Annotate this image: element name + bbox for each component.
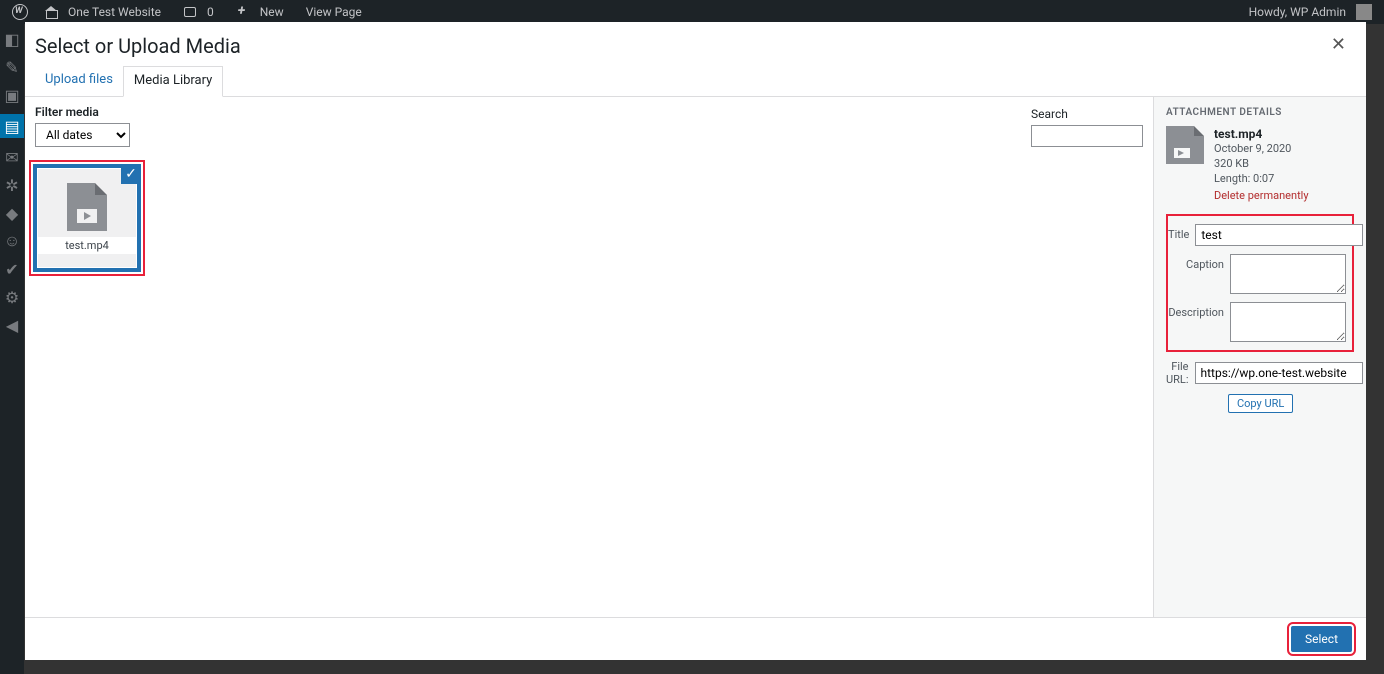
modal-close-button[interactable]: ✕ <box>1327 34 1350 56</box>
wordpress-icon <box>12 4 28 20</box>
delete-permanently-link[interactable]: Delete permanently <box>1214 189 1309 204</box>
attachment-size: 320 KB <box>1214 157 1249 170</box>
menu-tools[interactable]: ✔ <box>3 260 21 278</box>
media-modal: Select or Upload Media ✕ Upload files Me… <box>25 22 1366 660</box>
howdy-link[interactable]: Howdy, WP Admin <box>1237 4 1378 20</box>
caption-field-label: Caption <box>1168 254 1224 271</box>
check-icon: ✓ <box>125 166 137 182</box>
tab-upload-files[interactable]: Upload files <box>35 66 123 96</box>
caption-input[interactable] <box>1230 254 1346 294</box>
plus-icon <box>236 5 250 19</box>
home-icon <box>44 5 58 19</box>
title-input[interactable] <box>1195 224 1363 246</box>
fileurl-input[interactable] <box>1195 362 1363 384</box>
title-field-label: Title <box>1168 224 1189 241</box>
media-item-selected-check[interactable]: ✓ <box>121 164 141 184</box>
menu-users[interactable]: ☺ <box>3 232 21 250</box>
admin-bar: One Test Website 0 New View Page Howdy, … <box>0 0 1384 24</box>
howdy-text: Howdy, WP Admin <box>1243 5 1352 19</box>
modal-tabs: Upload files Media Library <box>25 66 1366 97</box>
new-label: New <box>254 5 290 19</box>
view-page-link[interactable]: View Page <box>300 5 368 19</box>
media-item[interactable]: test.mp4 ✓ <box>33 164 141 272</box>
admin-menu: ◧ ✎ ▣ ▤ ✉ ✲ ◆ ☺ ✔ ⚙ ◀ <box>0 24 24 674</box>
search-input[interactable] <box>1031 125 1143 147</box>
menu-settings[interactable]: ⚙ <box>3 288 21 306</box>
fileurl-field-label: File URL: <box>1166 360 1189 386</box>
attachment-filename: test.mp4 <box>1214 126 1309 142</box>
description-input[interactable] <box>1230 302 1346 342</box>
description-field-label: Description <box>1168 302 1224 319</box>
filter-dates-select[interactable]: All dates <box>35 123 130 147</box>
menu-plugins[interactable]: ◆ <box>3 204 21 222</box>
comments-link[interactable]: 0 <box>177 5 226 19</box>
attachment-details-pane: ATTACHMENT DETAILS test.mp4 October 9, 2… <box>1154 97 1366 617</box>
media-item-filename: test.mp4 <box>38 237 136 254</box>
select-button[interactable]: Select <box>1291 626 1352 652</box>
attachment-fields-highlight: Title Caption Description <box>1166 214 1354 352</box>
search-label: Search <box>1031 107 1143 121</box>
copy-url-button[interactable]: Copy URL <box>1228 394 1293 413</box>
new-link[interactable]: New <box>230 5 296 19</box>
attachment-meta: test.mp4 October 9, 2020 320 KB Length: … <box>1214 126 1309 204</box>
menu-comments[interactable]: ✉ <box>3 148 21 166</box>
media-grid: test.mp4 ✓ <box>25 154 1153 617</box>
attachment-date: October 9, 2020 <box>1214 142 1291 155</box>
comment-count: 0 <box>201 5 220 19</box>
menu-dashboard[interactable]: ◧ <box>3 30 21 48</box>
avatar-icon <box>1356 4 1372 20</box>
wp-logo[interactable] <box>6 4 34 20</box>
menu-media[interactable]: ▣ <box>3 86 21 104</box>
attachment-thumb-icon <box>1166 126 1204 164</box>
filter-media-label: Filter media <box>35 105 130 119</box>
tab-media-library[interactable]: Media Library <box>123 66 223 97</box>
menu-appearance[interactable]: ✲ <box>3 176 21 194</box>
modal-header: Select or Upload Media ✕ <box>25 22 1366 66</box>
modal-footer: Select <box>25 617 1366 660</box>
modal-title: Select or Upload Media <box>35 34 241 58</box>
attachment-length: Length: 0:07 <box>1214 172 1274 185</box>
attachment-details-heading: ATTACHMENT DETAILS <box>1166 107 1354 118</box>
menu-posts[interactable]: ✎ <box>3 58 21 76</box>
comment-icon <box>183 5 197 19</box>
menu-collapse[interactable]: ◀ <box>3 316 21 334</box>
media-library-pane: Filter media All dates Search test.mp4 <box>25 97 1154 617</box>
menu-pages[interactable]: ▤ <box>0 114 24 138</box>
video-file-icon <box>67 183 107 231</box>
site-name-link[interactable]: One Test Website <box>38 5 173 19</box>
site-name: One Test Website <box>62 5 167 19</box>
